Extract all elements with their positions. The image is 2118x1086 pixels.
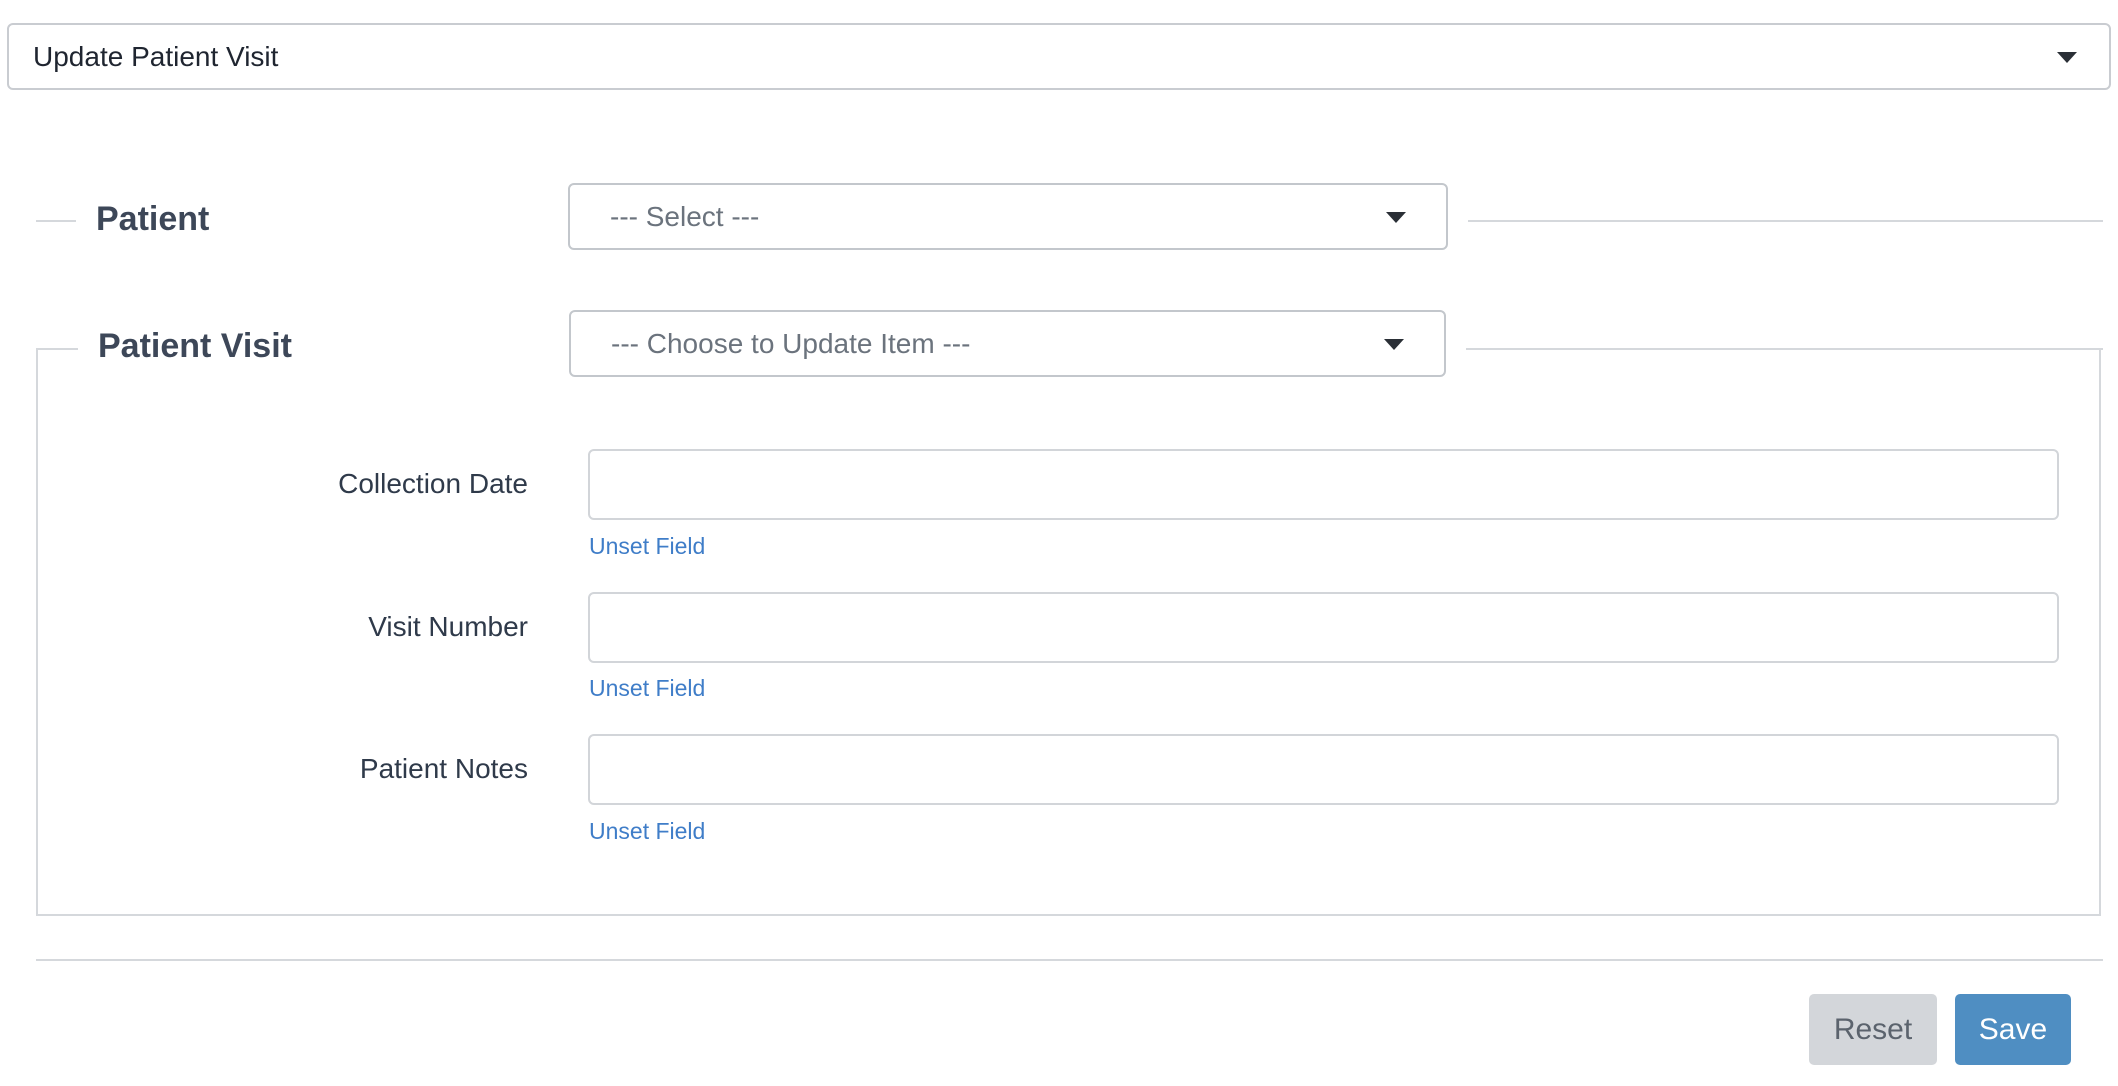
caret-down-icon bbox=[1384, 339, 1404, 350]
visit-legend-rule-left bbox=[36, 348, 78, 350]
patient-notes-field[interactable] bbox=[588, 734, 2059, 805]
visit-number-field[interactable] bbox=[588, 592, 2059, 663]
footer-divider bbox=[36, 959, 2103, 961]
visit-item-select-value: --- Choose to Update Item --- bbox=[611, 327, 971, 359]
patient-select[interactable]: --- Select --- bbox=[568, 183, 1448, 250]
collection-date-unset-link[interactable]: Unset Field bbox=[589, 533, 705, 560]
patient-notes-label: Patient Notes bbox=[359, 753, 528, 784]
patient-select-value: --- Select --- bbox=[610, 200, 760, 232]
collection-date-label: Collection Date bbox=[338, 468, 528, 499]
caret-down-icon bbox=[1386, 212, 1406, 223]
collection-date-field[interactable] bbox=[588, 449, 2059, 520]
form-type-select-value: Update Patient Visit bbox=[33, 40, 279, 72]
visit-legend-rule-right bbox=[1466, 348, 2103, 350]
patient-legend-rule-left bbox=[36, 220, 76, 222]
patient-legend-rule-right bbox=[1468, 220, 2103, 222]
update-patient-visit-page: Update Patient Visit Patient --- Select … bbox=[0, 0, 2118, 1086]
patient-notes-unset-link[interactable]: Unset Field bbox=[589, 818, 705, 845]
save-button[interactable]: Save bbox=[1955, 994, 2071, 1065]
visit-number-label: Visit Number bbox=[368, 611, 528, 642]
caret-down-icon bbox=[2057, 52, 2077, 63]
patient-visit-legend: Patient Visit bbox=[98, 327, 292, 365]
patient-legend: Patient bbox=[96, 200, 210, 238]
reset-button[interactable]: Reset bbox=[1809, 994, 1937, 1065]
visit-number-unset-link[interactable]: Unset Field bbox=[589, 675, 705, 702]
visit-item-select[interactable]: --- Choose to Update Item --- bbox=[569, 310, 1446, 377]
form-type-select[interactable]: Update Patient Visit bbox=[7, 23, 2111, 90]
